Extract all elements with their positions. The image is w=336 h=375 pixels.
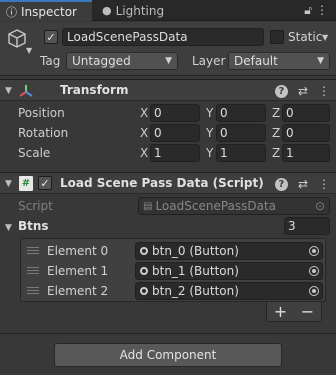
component-menu-icon[interactable]: ⋮ [318,84,330,98]
list-item: Element 0 btn_0 (Button) [21,241,325,261]
script-component-header[interactable]: ▼ # ✓ Load Scene Pass Data (Script) ? ⇄ … [0,172,336,194]
tab-inspector-label: Inspector [21,4,77,19]
btns-list: Element 0 btn_0 (Button) Element 1 btn_1… [20,238,326,302]
foldout-arrow-icon[interactable]: ▼ [5,86,12,96]
list-add-remove: + − [266,302,322,322]
script-label: Script [18,199,53,213]
transform-axes-icon [18,83,34,99]
tab-lighting[interactable]: ● Lighting [96,0,176,21]
preset-sliders-icon[interactable]: ⇄ [298,177,308,191]
chevron-down-icon: ▼ [165,56,172,66]
bulb-icon: ● [102,4,112,17]
csharp-script-icon: # [19,176,33,191]
element-object-field[interactable]: btn_2 (Button) [135,282,323,300]
foldout-arrow-icon[interactable]: ▼ [5,179,12,189]
layer-label: Layer [192,54,226,68]
position-label: Position [18,106,65,120]
btns-foldout-arrow-icon[interactable]: ▼ [5,223,12,233]
tag-dropdown[interactable]: Untagged ▼ [66,52,178,70]
btns-label[interactable]: Btns [18,219,49,233]
rotation-z-field[interactable]: 0 [282,124,330,142]
add-component-button[interactable]: Add Component [54,343,282,367]
scale-y-field[interactable]: 1 [216,144,266,162]
object-picker-icon[interactable] [309,286,319,296]
tab-bar: ⓘ Inspector ● Lighting 🔓︎ ⋮ [0,0,336,21]
script-file-icon: ▤ [143,200,153,212]
layer-value: Default [234,54,278,68]
scale-label: Scale [18,146,51,160]
button-object-icon [140,267,148,275]
btns-size-field[interactable]: 3 [284,217,330,235]
element-label: Element 2 [47,284,109,298]
preset-sliders-icon[interactable]: ⇄ [298,84,308,98]
position-x-field[interactable]: 0 [150,104,200,122]
remove-element-button[interactable]: − [301,302,314,321]
transform-title: Transform [60,83,129,97]
axis-x-label: X [140,106,149,120]
list-item: Element 2 btn_2 (Button) [21,281,325,301]
scale-x-field[interactable]: 1 [150,144,200,162]
button-object-icon [140,247,148,255]
axis-y-label: Y [206,126,214,140]
tab-inspector[interactable]: ⓘ Inspector [0,0,92,21]
layer-dropdown[interactable]: Default ▼ [228,52,330,70]
divider [0,333,336,334]
gameobject-cube-icon[interactable] [6,28,28,50]
rotation-label: Rotation [18,126,69,140]
element-object-field[interactable]: btn_0 (Button) [135,242,323,260]
object-picker-icon[interactable] [309,266,319,276]
element-object-field[interactable]: btn_1 (Button) [135,262,323,280]
help-icon[interactable]: ? [274,84,288,98]
more-vert-icon[interactable]: ⋮ [316,3,328,17]
script-component-title: Load Scene Pass Data (Script) [60,176,264,190]
drag-handle-icon[interactable] [27,287,39,294]
tag-label: Tag [40,54,61,68]
script-field: ▤ LoadScenePassData ⊙ [138,197,330,215]
rotation-y-field[interactable]: 0 [216,124,266,142]
axis-y-label: Y [206,106,214,120]
chevron-down-icon: ▼ [317,56,324,66]
add-element-button[interactable]: + [274,302,287,321]
static-checkbox[interactable] [270,30,284,44]
gameobject-name-field[interactable]: LoadScenePassData [62,28,264,46]
axis-x-label: X [140,126,149,140]
script-enabled-checkbox[interactable]: ✓ [38,176,52,190]
element-label: Element 1 [47,264,109,278]
button-object-icon [140,287,148,295]
static-label: Static [288,30,323,44]
axis-z-label: Z [272,126,281,140]
axis-x-label: X [140,146,149,160]
lock-icon[interactable]: 🔓︎ [304,3,312,18]
rotation-x-field[interactable]: 0 [150,124,200,142]
position-z-field[interactable]: 0 [282,104,330,122]
component-menu-icon[interactable]: ⋮ [318,177,330,191]
script-value: LoadScenePassData [155,199,277,213]
drag-handle-icon[interactable] [27,247,39,254]
element-value: btn_2 (Button) [152,284,239,298]
axis-z-label: Z [272,146,281,160]
element-value: btn_1 (Button) [152,264,239,278]
info-icon: ⓘ [6,5,17,19]
position-y-field[interactable]: 0 [216,104,266,122]
gameobject-header: ▼ ✓ LoadScenePassData Static ▼ Tag Untag… [0,22,336,76]
help-icon[interactable]: ? [274,177,288,191]
element-value: btn_0 (Button) [152,244,239,258]
object-picker-icon[interactable] [309,246,319,256]
list-item: Element 1 btn_1 (Button) [21,261,325,281]
object-picker-icon: ⊙ [314,199,325,213]
scale-z-field[interactable]: 1 [282,144,330,162]
element-label: Element 0 [47,244,109,258]
drag-handle-icon[interactable] [27,267,39,274]
axis-z-label: Z [272,106,281,120]
tab-lighting-label: Lighting [115,3,165,18]
active-checkbox[interactable]: ✓ [44,30,58,44]
tag-value: Untagged [72,54,131,68]
axis-y-label: Y [206,146,214,160]
static-dropdown-caret-icon[interactable]: ▼ [322,33,328,42]
icon-dropdown-caret-icon[interactable]: ▼ [26,46,32,55]
transform-header[interactable]: ▼ Transform ? ⇄ ⋮ [0,79,336,101]
